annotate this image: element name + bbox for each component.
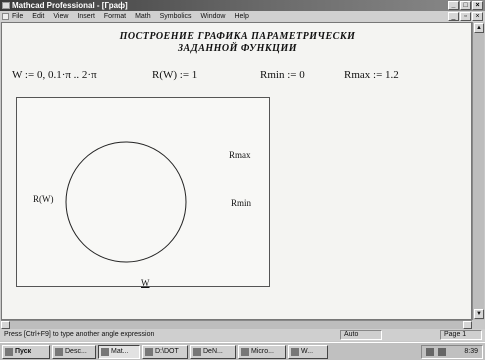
menu-file[interactable]: File xyxy=(12,11,23,22)
taskbar-item-dot-folder[interactable]: D:\DOT xyxy=(142,344,188,359)
volume-icon[interactable] xyxy=(438,348,446,356)
rmax-axis-label: Rmax xyxy=(229,150,251,160)
title-bar: Mathcad Professional - [Граф] _ □ × xyxy=(0,0,485,11)
menu-edit[interactable]: Edit xyxy=(32,11,44,22)
menu-insert[interactable]: Insert xyxy=(77,11,95,22)
rmax-definition[interactable]: Rmax := 1.2 xyxy=(344,69,399,81)
menu-help[interactable]: Help xyxy=(234,11,248,22)
scroll-down-arrow-icon[interactable]: ▼ xyxy=(474,309,484,319)
scroll-right-arrow-icon[interactable] xyxy=(463,321,472,329)
heading-line-2: ЗАДАННОЙ ФУНКЦИИ xyxy=(177,43,298,54)
range-definition[interactable]: W := 0, 0.1·π .. 2·π xyxy=(12,69,97,81)
mathcad-app-icon[interactable] xyxy=(2,2,10,9)
status-hint: Press [Ctrl+F9] to type another angle ex… xyxy=(4,331,155,338)
keyboard-layout-icon[interactable] xyxy=(426,348,434,356)
vertical-scrollbar[interactable]: ▲ ▼ xyxy=(472,22,484,320)
taskbar: Пуск Desc... Mat... D:\DOT DeN... Micro.… xyxy=(0,342,485,360)
menu-window[interactable]: Window xyxy=(201,11,226,22)
start-button[interactable]: Пуск xyxy=(2,344,50,359)
minimize-button[interactable]: _ xyxy=(448,1,459,10)
taskbar-item-den[interactable]: DeN... xyxy=(190,344,236,359)
taskbar-item-microsoft[interactable]: Micro... xyxy=(238,344,286,359)
rmin-axis-label: Rmin xyxy=(231,198,252,208)
doc-close-button[interactable]: × xyxy=(472,12,483,21)
menu-format[interactable]: Format xyxy=(104,11,126,22)
menu-view[interactable]: View xyxy=(53,11,68,22)
menu-bar: File Edit View Insert Format Math Symbol… xyxy=(0,11,485,22)
taskbar-item-mathcad[interactable]: Mat... xyxy=(98,344,140,359)
worksheet[interactable]: ПОСТРОЕНИЕ ГРАФИКА ПАРАМЕТРИЧЕСКИ ЗАДАНН… xyxy=(1,22,472,320)
close-button[interactable]: × xyxy=(472,1,483,10)
document-icon[interactable] xyxy=(2,13,9,20)
heading-line-1: ПОСТРОЕНИЕ ГРАФИКА ПАРАМЕТРИЧЕСКИ xyxy=(119,31,356,42)
menu-symbolics[interactable]: Symbolics xyxy=(160,11,192,22)
function-definition[interactable]: R(W) := 1 xyxy=(152,69,197,81)
window-controls: _ □ × xyxy=(448,1,483,10)
taskbar-item-w[interactable]: W... xyxy=(288,344,328,359)
doc-minimize-button[interactable]: _ xyxy=(448,12,459,21)
polar-plot-canvas xyxy=(65,141,187,263)
y-axis-label: R(W) xyxy=(33,194,54,204)
system-tray: 8:39 xyxy=(421,345,483,359)
menu-math[interactable]: Math xyxy=(135,11,151,22)
window-title: Mathcad Professional - [Граф] xyxy=(12,1,128,10)
scroll-up-arrow-icon[interactable]: ▲ xyxy=(474,23,484,33)
scroll-left-arrow-icon[interactable] xyxy=(1,321,10,329)
x-axis-label[interactable]: W xyxy=(141,278,150,288)
taskbar-item-desktop[interactable]: Desc... xyxy=(52,344,96,359)
document-window-controls: _ ▫ × xyxy=(448,12,483,21)
tray-clock: 8:39 xyxy=(464,348,478,355)
rmin-definition[interactable]: Rmin := 0 xyxy=(260,69,305,81)
doc-restore-button[interactable]: ▫ xyxy=(460,12,471,21)
status-mode: Auto xyxy=(340,330,382,340)
status-bar: Press [Ctrl+F9] to type another angle ex… xyxy=(0,329,485,341)
maximize-button[interactable]: □ xyxy=(460,1,471,10)
status-page: Page 1 xyxy=(440,330,482,340)
polar-plot[interactable]: Rmax Rmin R(W) W xyxy=(16,97,270,288)
polar-trace-circle xyxy=(65,141,187,263)
horizontal-scrollbar[interactable] xyxy=(1,320,472,329)
